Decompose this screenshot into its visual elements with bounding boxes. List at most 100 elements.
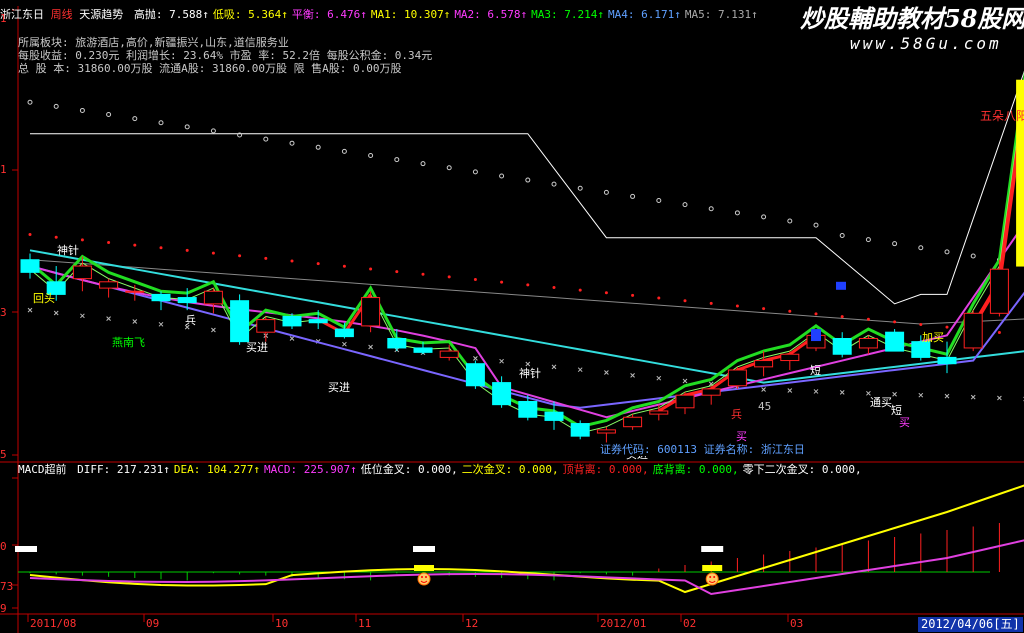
tooltip-code: 600113 xyxy=(657,443,697,456)
security-tooltip: 证券代码: 600113 证券名称: 浙江东日 xyxy=(600,443,805,456)
signal-bing-1: 兵 xyxy=(185,314,196,327)
gray-x-marker xyxy=(970,394,976,400)
x-axis-label: 02 xyxy=(683,617,697,630)
white-dot-marker xyxy=(787,218,793,224)
white-dot-marker xyxy=(551,181,557,187)
header-item-label: MA1: xyxy=(370,8,398,21)
tooltip-name: 浙江东日 xyxy=(760,443,805,456)
signal-num-45: 45 xyxy=(758,400,772,413)
white-dot-marker xyxy=(53,103,59,109)
watermark-main: 炒股輔助教材58股网 xyxy=(800,4,1024,33)
macd-item-value: 225.907↑ xyxy=(297,463,357,476)
red-dot-marker xyxy=(500,280,504,284)
header-item-value: 7.588↑ xyxy=(162,8,209,21)
macd-item-label: 底背离: xyxy=(652,463,693,476)
macd-item-value: 0.000, xyxy=(815,463,862,476)
candle-body xyxy=(911,341,931,358)
candle-body xyxy=(963,312,983,349)
red-dot-marker xyxy=(840,315,844,319)
macd-header: MACD超前 DIFF: 217.231↑ DEA: 104.277↑ MACD: … xyxy=(18,463,1018,477)
smiley-eye xyxy=(425,576,427,578)
white-dot-marker xyxy=(341,148,347,154)
gray-x-marker xyxy=(289,336,295,341)
header-item-label: MA3: xyxy=(531,8,558,21)
red-dot-marker xyxy=(211,251,215,255)
red-dot-marker xyxy=(80,238,84,242)
red-dot-marker xyxy=(54,235,58,239)
signal-yannanfei: 燕南飞 xyxy=(112,336,145,349)
red-dot-marker xyxy=(316,262,320,266)
candle-body xyxy=(675,394,695,409)
red-dot-marker xyxy=(657,296,661,300)
white-dot-marker xyxy=(970,253,976,259)
x-axis-label: 09 xyxy=(146,617,160,630)
cross-marker xyxy=(413,546,435,552)
red-dot-marker xyxy=(421,272,425,276)
white-dot-marker xyxy=(420,161,426,167)
signal-shenzhen-2: 神针 xyxy=(519,367,541,380)
white-dot-marker xyxy=(865,237,871,243)
gray-x-marker xyxy=(473,355,478,361)
gray-x-marker xyxy=(761,387,766,392)
white-dot-marker xyxy=(892,241,898,247)
white-dot-marker xyxy=(368,152,374,158)
gray-x-marker xyxy=(499,358,504,364)
y-axis-label: 3 xyxy=(0,306,7,319)
period-label: 周线 xyxy=(50,8,73,21)
red-dot-marker xyxy=(683,299,687,303)
macd-item-label: 二次金叉: xyxy=(461,463,513,476)
gray-x-marker xyxy=(892,391,897,397)
cross-marker xyxy=(701,546,724,552)
gray-x-marker xyxy=(918,392,924,398)
red-dot-marker xyxy=(919,323,923,327)
white-dot-marker xyxy=(813,222,819,228)
red-dot-marker xyxy=(290,259,294,263)
info-line-3: 总 股 本: 31860.00万股 流通A股: 31860.00万股 限 售A股… xyxy=(18,62,402,75)
white-dot-marker xyxy=(132,116,138,122)
white-dot-marker xyxy=(289,140,295,146)
header-item-value: 6.171↑ xyxy=(634,8,681,21)
macd-item-value: 217.231↑ xyxy=(110,463,170,476)
red-dot-marker xyxy=(107,240,111,244)
x-axis-label: 2011/08 xyxy=(30,617,77,630)
signal-jiamai: 加买 xyxy=(922,331,944,344)
header-item-value: 7.131↑ xyxy=(711,8,758,21)
signal-maijin-2: 买进 xyxy=(328,381,350,394)
red-dot-marker xyxy=(788,309,792,313)
macd-item-label: 零下二次金叉: xyxy=(742,463,816,476)
white-dot-marker xyxy=(315,144,321,150)
gray-x-marker xyxy=(656,375,662,381)
red-dot-marker xyxy=(945,325,949,329)
candle-body xyxy=(885,331,905,352)
info-line-2: 每股收益: 0.230元 利润增长: 23.64% 市盈 率: 52.2倍 每股… xyxy=(18,49,433,62)
candle-body xyxy=(72,265,92,280)
red-dot-marker xyxy=(552,285,556,289)
red-dot-marker xyxy=(604,291,608,295)
macd-item-value: 104.277↑ xyxy=(200,463,260,476)
macd-axis-label: 9 xyxy=(0,602,7,615)
header-item-value: 6.476↑ xyxy=(320,8,367,21)
red-dot-marker xyxy=(866,317,870,321)
yellow-marker xyxy=(414,565,434,571)
candle-body xyxy=(308,319,328,324)
red-dot-marker xyxy=(735,304,739,308)
candle-body xyxy=(623,416,643,428)
gray-x-marker xyxy=(839,390,845,395)
candle-body xyxy=(518,401,538,418)
chart-canvas xyxy=(0,6,1024,633)
macd-title: MACD超前 xyxy=(18,463,67,476)
gray-x-marker xyxy=(682,378,688,384)
red-dot-marker xyxy=(526,283,530,287)
white-dot-marker xyxy=(499,173,505,179)
x-axis-label: 2012/01 xyxy=(600,617,647,630)
y-axis-label: 5 xyxy=(0,448,7,461)
candle-body xyxy=(989,268,1009,314)
watermark-url: www.58Gu.com xyxy=(850,34,1002,53)
candle-body xyxy=(701,388,721,396)
gray-x-marker xyxy=(132,319,138,324)
red-dot-marker xyxy=(395,270,399,274)
candle-body xyxy=(230,300,250,343)
macd-item-label: 顶背离: xyxy=(562,463,603,476)
candle-body xyxy=(754,360,774,368)
red-dot-marker xyxy=(762,307,766,311)
